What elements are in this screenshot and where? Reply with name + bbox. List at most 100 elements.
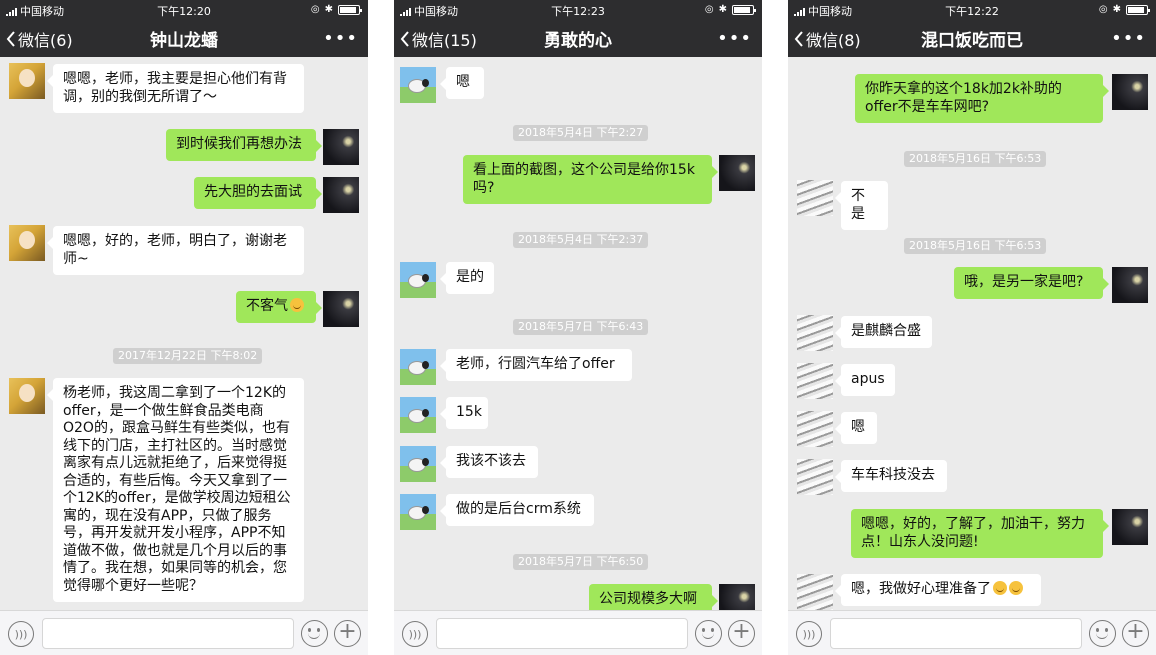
message-bubble[interactable]: 不客气 [236, 291, 322, 323]
message-list[interactable]: 你昨天拿的这个18k加2k补助的offer不是车车网吧? 2018年5月16日 … [788, 57, 1156, 610]
avatar[interactable] [400, 349, 436, 385]
message-bubble[interactable]: 嗯，我做好心理准备了 [835, 574, 1041, 606]
timestamp: 2018年5月16日 下午6:53 [904, 238, 1047, 254]
bluetooth-icon: ✱ [718, 4, 727, 15]
avatar[interactable] [797, 459, 833, 495]
message-bubble[interactable]: apus [835, 364, 895, 396]
message-bubble[interactable]: 杨老师，我这周二拿到了一个12K的offer，是一个做生鲜食品类电商O2O的，跟… [47, 378, 304, 602]
more-icon[interactable]: ••• [717, 28, 752, 49]
chat-title: 勇敢的心 [544, 31, 612, 51]
timestamp: 2018年5月7日 下午6:43 [513, 319, 649, 335]
message-bubble[interactable]: 15k [440, 397, 488, 429]
chat-window-brave-heart: 中国移动 下午12:23 ◎ ✱ 微信(15) 勇敢的心 ••• 嗯 2018年5… [394, 0, 762, 655]
timestamp: 2018年5月7日 下午6:50 [513, 554, 649, 570]
nav-bar: 微信(15) 勇敢的心 ••• [394, 20, 762, 57]
message-bubble[interactable]: 车车科技没去 [835, 460, 947, 492]
avatar[interactable] [797, 363, 833, 399]
status-bar: 中国移动 下午12:22 ◎ ✱ [788, 0, 1156, 18]
avatar[interactable] [400, 262, 436, 298]
avatar[interactable] [797, 411, 833, 447]
status-bar: 中国移动 下午12:23 ◎ ✱ [394, 0, 762, 18]
avatar[interactable] [797, 315, 833, 351]
chat-window-zhongshan: 中国移动 下午12:20 ◎ ✱ 微信(6) 钟山龙蟠 ••• 嗯嗯，老师，我主要… [0, 0, 368, 655]
avatar[interactable] [400, 446, 436, 482]
timestamp: 2018年5月4日 下午2:27 [513, 125, 649, 141]
emoji-button[interactable] [1089, 620, 1116, 647]
avatar[interactable] [323, 129, 359, 165]
input-bar: ))) + [0, 610, 368, 655]
more-icon[interactable]: ••• [323, 28, 358, 49]
chat-title: 混口饭吃而已 [921, 31, 1023, 51]
avatar[interactable] [1112, 74, 1148, 110]
avatar[interactable] [323, 177, 359, 213]
timestamp: 2017年12月22日 下午8:02 [113, 348, 263, 364]
voice-button[interactable]: ))) [8, 621, 34, 647]
plus-button[interactable]: + [728, 620, 755, 647]
emoji-button[interactable] [695, 620, 722, 647]
message-input[interactable] [830, 618, 1082, 649]
plus-button[interactable]: + [1122, 620, 1149, 647]
top-bar: 中国移动 下午12:23 ◎ ✱ 微信(15) 勇敢的心 ••• [394, 0, 762, 57]
avatar[interactable] [9, 225, 45, 261]
grin-emoji-icon [993, 581, 1007, 595]
orientation-lock-icon: ◎ [1098, 4, 1108, 15]
message-list[interactable]: 嗯嗯，老师，我主要是担心他们有背调，别的我倒无所谓了～ 到时候我们再想办法 先大… [0, 57, 368, 610]
message-text: 不客气 [246, 298, 288, 314]
top-bar: 中国移动 下午12:20 ◎ ✱ 微信(6) 钟山龙蟠 ••• [0, 0, 368, 57]
battery-icon [1126, 4, 1150, 15]
message-bubble[interactable]: 嗯嗯，好的，了解了，加油干，努力点！山东人没问题! [851, 509, 1109, 558]
plus-button[interactable]: + [334, 620, 361, 647]
chat-window-make-a-living: 中国移动 下午12:22 ◎ ✱ 微信(8) 混口饭吃而已 ••• 你昨天拿的这个… [788, 0, 1156, 655]
avatar[interactable] [797, 180, 833, 216]
chat-title: 钟山龙蟠 [150, 31, 218, 51]
voice-button[interactable]: ))) [796, 621, 822, 647]
avatar[interactable] [323, 291, 359, 327]
avatar[interactable] [1112, 509, 1148, 545]
message-bubble[interactable]: 先大胆的去面试 [194, 177, 322, 209]
message-bubble[interactable]: 是的 [440, 262, 494, 294]
smile-emoji-icon [290, 298, 304, 312]
avatar[interactable] [797, 574, 833, 610]
message-bubble[interactable]: 我该不该去 [440, 446, 538, 478]
message-bubble[interactable]: 嗯 [835, 412, 877, 444]
voice-button[interactable]: ))) [402, 621, 428, 647]
battery-icon [338, 4, 362, 15]
message-bubble[interactable]: 你昨天拿的这个18k加2k补助的offer不是车车网吧? [855, 74, 1109, 123]
message-list[interactable]: 嗯 2018年5月4日 下午2:27 看上面的截图，这个公司是给你15k吗? 2… [394, 57, 762, 620]
message-bubble[interactable]: 嗯 [440, 67, 484, 99]
avatar[interactable] [9, 378, 45, 414]
message-input[interactable] [42, 618, 294, 649]
avatar[interactable] [9, 63, 45, 99]
message-bubble[interactable]: 哦，是另一家是吧? [954, 267, 1109, 299]
avatar[interactable] [400, 494, 436, 530]
voice-icon: ))) [408, 627, 422, 641]
orientation-lock-icon: ◎ [310, 4, 320, 15]
message-input[interactable] [436, 618, 688, 649]
message-bubble[interactable]: 看上面的截图，这个公司是给你15k吗? [463, 155, 718, 204]
bluetooth-icon: ✱ [324, 4, 333, 15]
message-bubble[interactable]: 嗯嗯，好的，老师，明白了，谢谢老师~ [47, 226, 304, 275]
avatar[interactable] [400, 67, 436, 103]
top-bar: 中国移动 下午12:22 ◎ ✱ 微信(8) 混口饭吃而已 ••• [788, 0, 1156, 57]
bluetooth-icon: ✱ [1112, 4, 1121, 15]
message-bubble[interactable]: 是麒麟合盛 [835, 316, 932, 348]
nav-bar: 微信(8) 混口饭吃而已 ••• [788, 20, 1156, 57]
status-bar: 中国移动 下午12:20 ◎ ✱ [0, 0, 368, 18]
nav-bar: 微信(6) 钟山龙蟠 ••• [0, 20, 368, 57]
message-bubble[interactable]: 嗯嗯，老师，我主要是担心他们有背调，别的我倒无所谓了～ [47, 64, 304, 113]
avatar[interactable] [400, 397, 436, 433]
emoji-button[interactable] [301, 620, 328, 647]
more-icon[interactable]: ••• [1111, 28, 1146, 49]
battery-icon [732, 4, 756, 15]
voice-icon: ))) [14, 627, 28, 641]
input-bar: ))) + [394, 610, 762, 655]
timestamp: 2018年5月16日 下午6:53 [904, 151, 1047, 167]
avatar[interactable] [719, 155, 755, 191]
message-bubble[interactable]: 到时候我们再想办法 [166, 129, 322, 161]
message-bubble[interactable]: 做的是后台crm系统 [440, 494, 594, 526]
input-bar: ))) + [788, 610, 1156, 655]
message-bubble[interactable]: 不是 [835, 181, 888, 230]
orientation-lock-icon: ◎ [704, 4, 714, 15]
message-bubble[interactable]: 老师，行圆汽车给了offer [440, 349, 632, 381]
avatar[interactable] [1112, 267, 1148, 303]
